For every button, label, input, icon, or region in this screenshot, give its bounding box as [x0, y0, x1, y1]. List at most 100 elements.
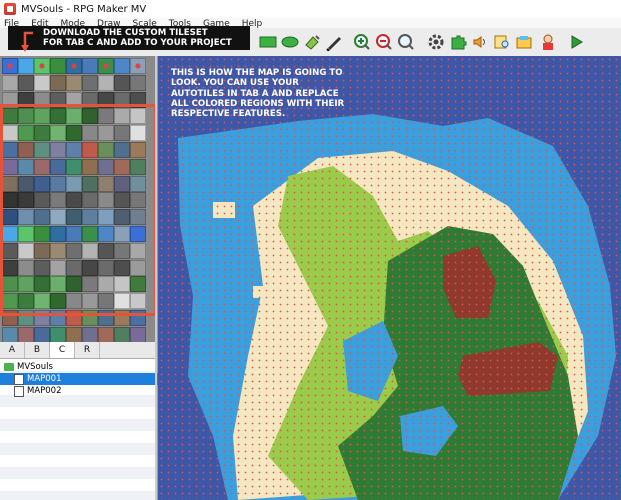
panel-scrollbar[interactable]	[155, 56, 157, 500]
tile-cell[interactable]	[50, 259, 66, 276]
tile-cell[interactable]	[34, 242, 50, 259]
tile-cell[interactable]	[114, 209, 130, 226]
tile-cell[interactable]	[50, 326, 66, 342]
tile-cell[interactable]	[98, 326, 114, 342]
tile-cell[interactable]	[130, 108, 146, 125]
tile-cell[interactable]	[98, 192, 114, 209]
tile-cell[interactable]	[18, 91, 34, 108]
tile-cell[interactable]	[82, 175, 98, 192]
fill-tool-button[interactable]	[302, 32, 322, 52]
tile-cell[interactable]	[82, 158, 98, 175]
tile-cell[interactable]	[82, 259, 98, 276]
tile-cell[interactable]	[98, 158, 114, 175]
tile-cell[interactable]	[18, 310, 34, 326]
tile-cell[interactable]	[34, 209, 50, 226]
tile-cell[interactable]	[66, 226, 82, 242]
tile-cell[interactable]	[114, 108, 130, 125]
tile-cell[interactable]	[66, 276, 82, 293]
tile-cell[interactable]	[82, 125, 98, 142]
tile-cell[interactable]	[34, 158, 50, 175]
tile-cell[interactable]	[2, 276, 18, 293]
tile-cell[interactable]	[82, 310, 98, 326]
tile-cell[interactable]	[130, 175, 146, 192]
tile-cell[interactable]	[18, 293, 34, 310]
tile-cell[interactable]	[66, 91, 82, 108]
tile-cell[interactable]	[98, 293, 114, 310]
resource-manager-button[interactable]	[514, 32, 534, 52]
tile-cell[interactable]	[66, 326, 82, 342]
tile-cell[interactable]	[98, 310, 114, 326]
tile-cell[interactable]	[18, 58, 34, 74]
tile-cell[interactable]	[66, 125, 82, 142]
tile-cell[interactable]	[130, 142, 146, 158]
tree-map-row[interactable]: MAP002	[0, 385, 169, 397]
tab-c[interactable]: C	[50, 342, 75, 358]
tile-cell[interactable]	[18, 142, 34, 158]
plugin-manager-button[interactable]	[448, 32, 468, 52]
tile-cell[interactable]	[82, 293, 98, 310]
tile-cell[interactable]	[18, 226, 34, 242]
tile-cell[interactable]	[114, 259, 130, 276]
tile-cell[interactable]	[18, 158, 34, 175]
tile-cell[interactable]	[82, 209, 98, 226]
tile-cell[interactable]	[82, 108, 98, 125]
tile-cell[interactable]	[114, 242, 130, 259]
tile-cell[interactable]	[98, 74, 114, 91]
tile-cell[interactable]	[114, 192, 130, 209]
tile-cell[interactable]	[34, 293, 50, 310]
tile-cell[interactable]	[2, 142, 18, 158]
tile-cell[interactable]	[98, 276, 114, 293]
tile-cell[interactable]	[50, 108, 66, 125]
tile-cell[interactable]	[98, 108, 114, 125]
tile-cell[interactable]	[114, 58, 130, 74]
tile-cell[interactable]	[66, 259, 82, 276]
tile-cell[interactable]	[18, 175, 34, 192]
tile-cell[interactable]	[114, 326, 130, 342]
tile-cell[interactable]	[18, 242, 34, 259]
tile-cell[interactable]	[82, 242, 98, 259]
tile-cell[interactable]	[50, 226, 66, 242]
tree-map-row[interactable]: MAP001	[0, 373, 169, 385]
tile-cell[interactable]	[98, 58, 114, 74]
tile-cell[interactable]	[114, 158, 130, 175]
database-button[interactable]	[426, 32, 446, 52]
tile-cell[interactable]	[82, 91, 98, 108]
tile-cell[interactable]	[114, 276, 130, 293]
tile-cell[interactable]	[50, 192, 66, 209]
tile-cell[interactable]	[66, 192, 82, 209]
tile-cell[interactable]	[130, 310, 146, 326]
tile-cell[interactable]	[34, 226, 50, 242]
shadow-pen-button[interactable]	[324, 32, 344, 52]
tile-cell[interactable]	[98, 259, 114, 276]
tile-cell[interactable]	[82, 142, 98, 158]
tile-cell[interactable]	[2, 192, 18, 209]
event-searcher-button[interactable]	[492, 32, 512, 52]
tile-cell[interactable]	[18, 326, 34, 342]
tile-cell[interactable]	[98, 242, 114, 259]
tile-cell[interactable]	[66, 108, 82, 125]
tile-cell[interactable]	[130, 326, 146, 342]
zoom-in-button[interactable]	[352, 32, 372, 52]
tile-cell[interactable]	[50, 242, 66, 259]
tile-cell[interactable]	[66, 209, 82, 226]
tile-cell[interactable]	[50, 91, 66, 108]
tile-cell[interactable]	[2, 209, 18, 226]
tile-cell[interactable]	[66, 74, 82, 91]
ellipse-tool-button[interactable]	[280, 32, 300, 52]
sound-test-button[interactable]	[470, 32, 490, 52]
tile-cell[interactable]	[2, 108, 18, 125]
tile-cell[interactable]	[18, 125, 34, 142]
tile-cell[interactable]	[66, 293, 82, 310]
tile-cell[interactable]	[50, 142, 66, 158]
tile-cell[interactable]	[18, 209, 34, 226]
tile-cell[interactable]	[98, 91, 114, 108]
tile-cell[interactable]	[66, 175, 82, 192]
tile-cell[interactable]	[18, 192, 34, 209]
tile-cell[interactable]	[18, 74, 34, 91]
tile-cell[interactable]	[66, 142, 82, 158]
tile-cell[interactable]	[34, 108, 50, 125]
tile-cell[interactable]	[98, 125, 114, 142]
tile-cell[interactable]	[130, 58, 146, 74]
tile-cell[interactable]	[2, 259, 18, 276]
tile-cell[interactable]	[130, 226, 146, 242]
